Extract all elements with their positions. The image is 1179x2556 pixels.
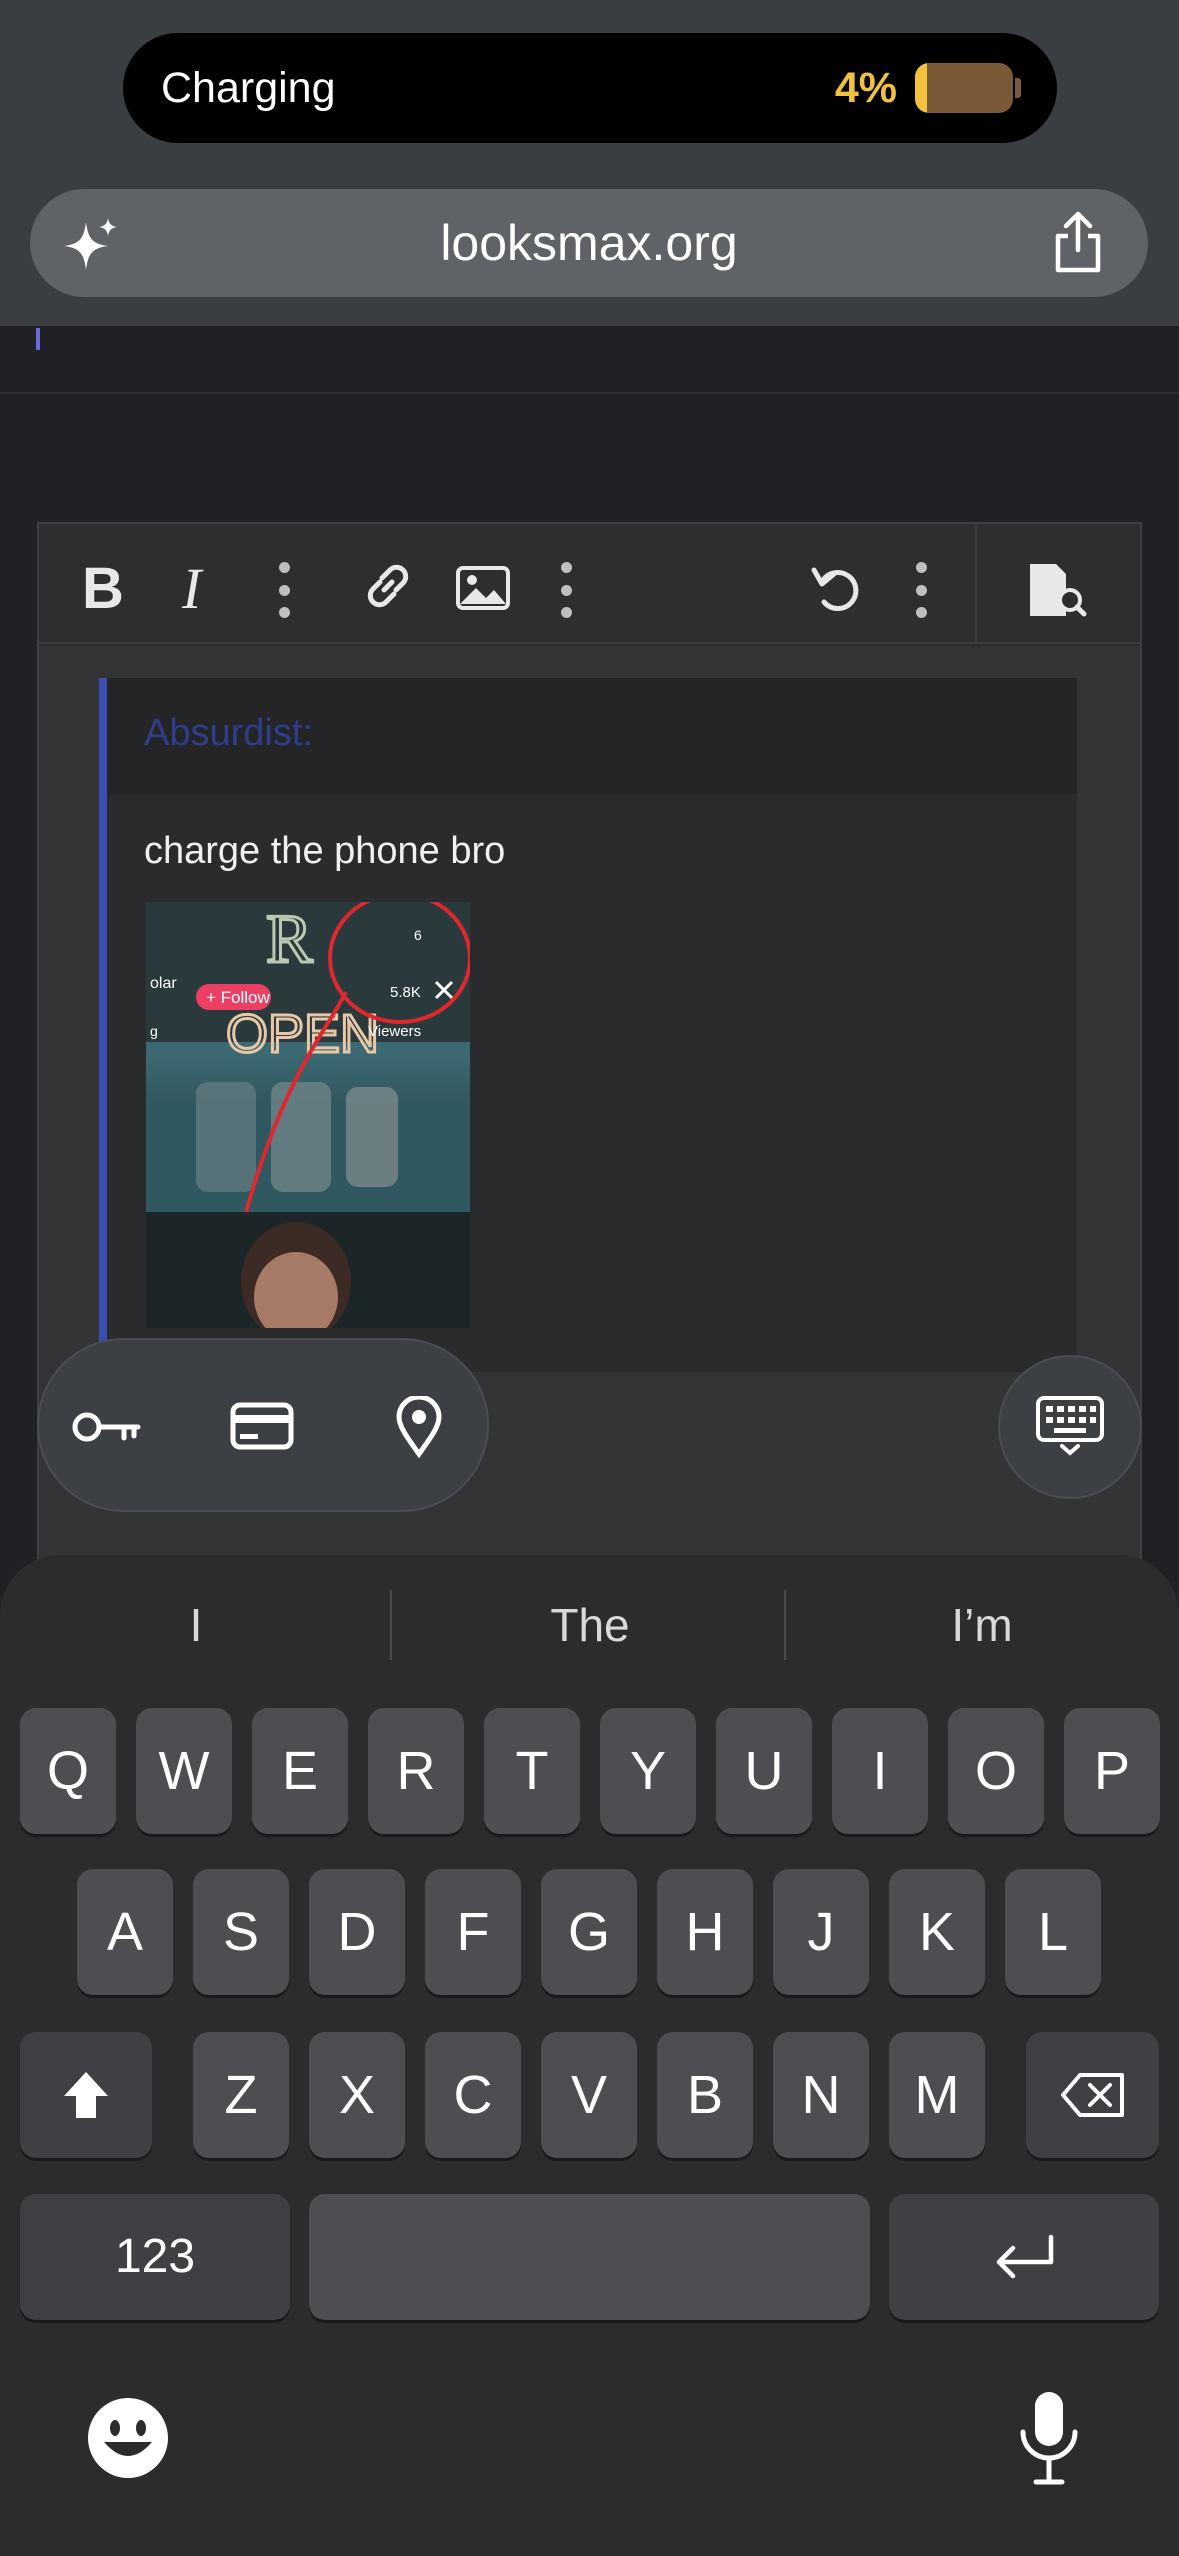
key-s[interactable]: S: [193, 1869, 289, 1995]
key-a[interactable]: A: [77, 1869, 173, 1995]
address-bar[interactable]: looksmax.org: [30, 189, 1148, 297]
key-p[interactable]: P: [1064, 1708, 1160, 1834]
backspace-icon: [1061, 2073, 1124, 2117]
key-h[interactable]: H: [657, 1869, 753, 1995]
key-y[interactable]: Y: [600, 1708, 696, 1834]
key-z[interactable]: Z: [193, 2032, 289, 2158]
mic-icon[interactable]: [1018, 2390, 1080, 2486]
link-icon[interactable]: [360, 558, 416, 614]
url-text: looksmax.org: [440, 215, 738, 271]
key-t[interactable]: T: [484, 1708, 580, 1834]
charging-label: Charging: [161, 63, 336, 112]
key-d[interactable]: D: [309, 1869, 405, 1995]
battery-percent: 4%: [834, 63, 897, 112]
follow-label: + Follow: [206, 988, 270, 1007]
battery-tip: [1015, 78, 1021, 98]
key-f[interactable]: F: [425, 1869, 521, 1995]
italic-icon[interactable]: I: [182, 555, 201, 622]
quote-text: charge the phone bro: [144, 830, 506, 872]
more-icon[interactable]: [560, 562, 572, 618]
svg-text:R: R: [266, 902, 313, 978]
dynamic-island: Charging 4%: [123, 33, 1057, 143]
toolbar-separator: [975, 524, 977, 644]
post-accent-line: [36, 328, 40, 350]
quoted-image[interactable]: R OPEN + Follow olar g 5.8K Viewers 6: [146, 902, 470, 1328]
backspace-key[interactable]: [1026, 2032, 1159, 2158]
key-w[interactable]: W: [136, 1708, 232, 1834]
more-icon[interactable]: [915, 562, 927, 618]
status-signal: 6: [414, 927, 422, 943]
shift-key[interactable]: [20, 2032, 152, 2158]
suggestion-1[interactable]: I: [46, 1590, 346, 1660]
key-j[interactable]: J: [773, 1869, 869, 1995]
key-r[interactable]: R: [368, 1708, 464, 1834]
space-key[interactable]: [309, 2194, 870, 2320]
suggestion-bar: I The I’m: [0, 1590, 1179, 1660]
key-v[interactable]: V: [541, 2032, 637, 2158]
preview-icon[interactable]: [1026, 562, 1088, 618]
more-icon[interactable]: [278, 562, 290, 618]
key-o[interactable]: O: [948, 1708, 1044, 1834]
key-x[interactable]: X: [309, 2032, 405, 2158]
share-icon[interactable]: [1050, 210, 1106, 274]
viewers-count: 5.8K: [390, 984, 421, 1001]
viewers-label: Viewers: [368, 1023, 421, 1040]
image-icon[interactable]: [456, 566, 510, 610]
user-fragment: olar: [150, 975, 177, 992]
key-u[interactable]: U: [716, 1708, 812, 1834]
key-g[interactable]: G: [541, 1869, 637, 1995]
divider: [0, 392, 1179, 394]
key-q[interactable]: Q: [20, 1708, 116, 1834]
svg-text:OPEN: OPEN: [226, 1004, 379, 1064]
tag-fragment: g: [150, 1023, 158, 1039]
key-icon[interactable]: [72, 1408, 142, 1446]
quote-author[interactable]: Absurdist:: [144, 712, 313, 755]
return-key[interactable]: [889, 2194, 1159, 2320]
suggestion-3[interactable]: I’m: [832, 1590, 1132, 1660]
bold-icon[interactable]: B: [82, 555, 124, 622]
key-n[interactable]: N: [773, 2032, 869, 2158]
numbers-key[interactable]: 123: [20, 2194, 290, 2320]
key-b[interactable]: B: [657, 2032, 753, 2158]
undo-icon[interactable]: [808, 560, 864, 616]
emoji-icon[interactable]: [86, 2396, 170, 2480]
sparkle-icon[interactable]: [62, 216, 120, 274]
battery-icon: [915, 63, 1013, 113]
location-icon[interactable]: [396, 1396, 442, 1458]
return-icon: [996, 2234, 1054, 2279]
key-l[interactable]: L: [1005, 1869, 1101, 1995]
key-m[interactable]: M: [889, 2032, 985, 2158]
card-icon[interactable]: [230, 1402, 294, 1450]
key-e[interactable]: E: [252, 1708, 348, 1834]
key-c[interactable]: C: [425, 2032, 521, 2158]
keyboard-icon: [1036, 1396, 1104, 1456]
shift-icon: [64, 2072, 108, 2118]
key-k[interactable]: K: [889, 1869, 985, 1995]
suggestion-2[interactable]: The: [440, 1590, 740, 1660]
key-i[interactable]: I: [832, 1708, 928, 1834]
